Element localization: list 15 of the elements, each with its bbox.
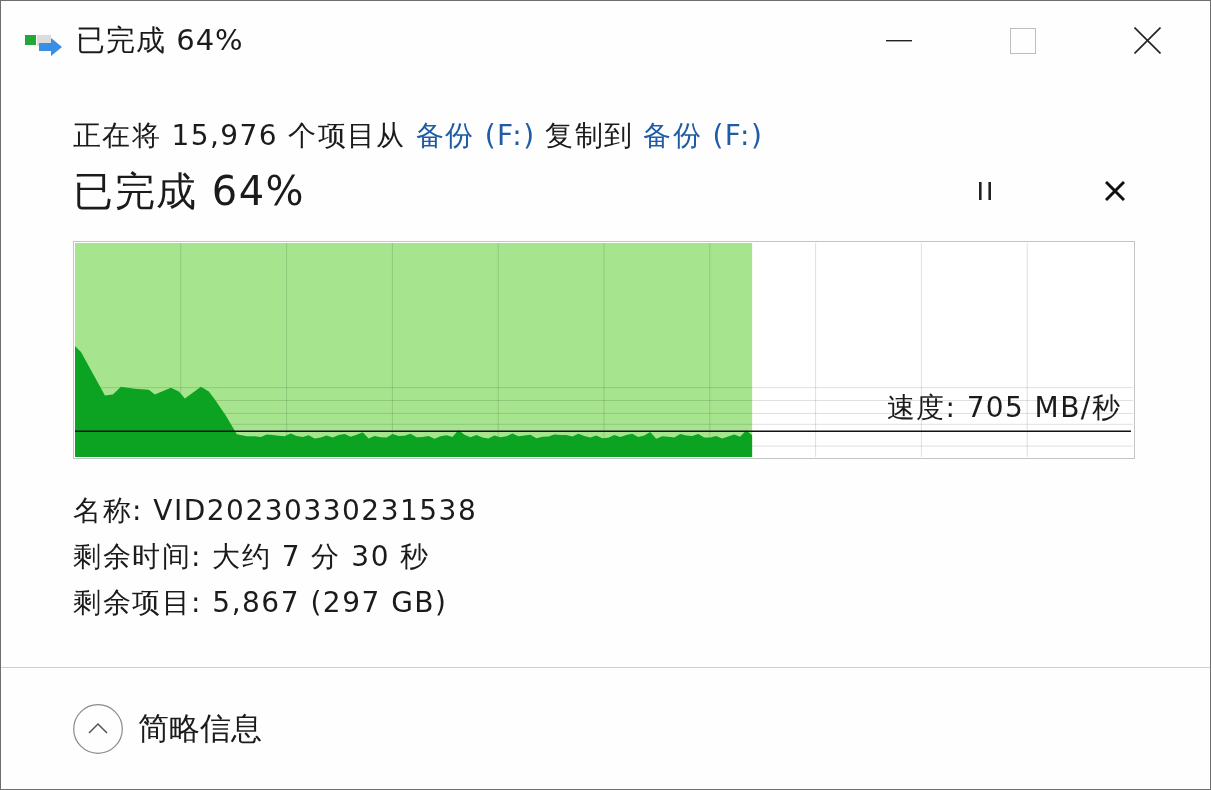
- speed-label: 速度: 705 MB/秒: [886, 391, 1121, 425]
- pause-icon: [979, 182, 991, 200]
- maximize-icon: [1010, 27, 1036, 54]
- progress-heading: 已完成 64%: [73, 167, 306, 216]
- close-icon: [1133, 27, 1161, 54]
- detail-text: 剩余时间: 大约 7 分 30 秒: [73, 539, 431, 575]
- close-icon: [1105, 181, 1125, 201]
- detail-text: 名称: VID20230330231538: [73, 493, 479, 529]
- minimize-icon: [886, 39, 912, 42]
- details-toggle-button[interactable]: 简略信息: [73, 703, 262, 754]
- copy-status-text: 正在将 15,976 个项目从 备份 (F:) 复制到 备份 (F:): [73, 118, 765, 154]
- detail-text: 剩余项目: 5,867 (297 GB): [73, 585, 449, 621]
- window-title: 已完成 64%: [76, 21, 244, 59]
- drive-link[interactable]: 备份 (F:): [643, 119, 764, 152]
- drive-link[interactable]: 备份 (F:): [415, 119, 536, 152]
